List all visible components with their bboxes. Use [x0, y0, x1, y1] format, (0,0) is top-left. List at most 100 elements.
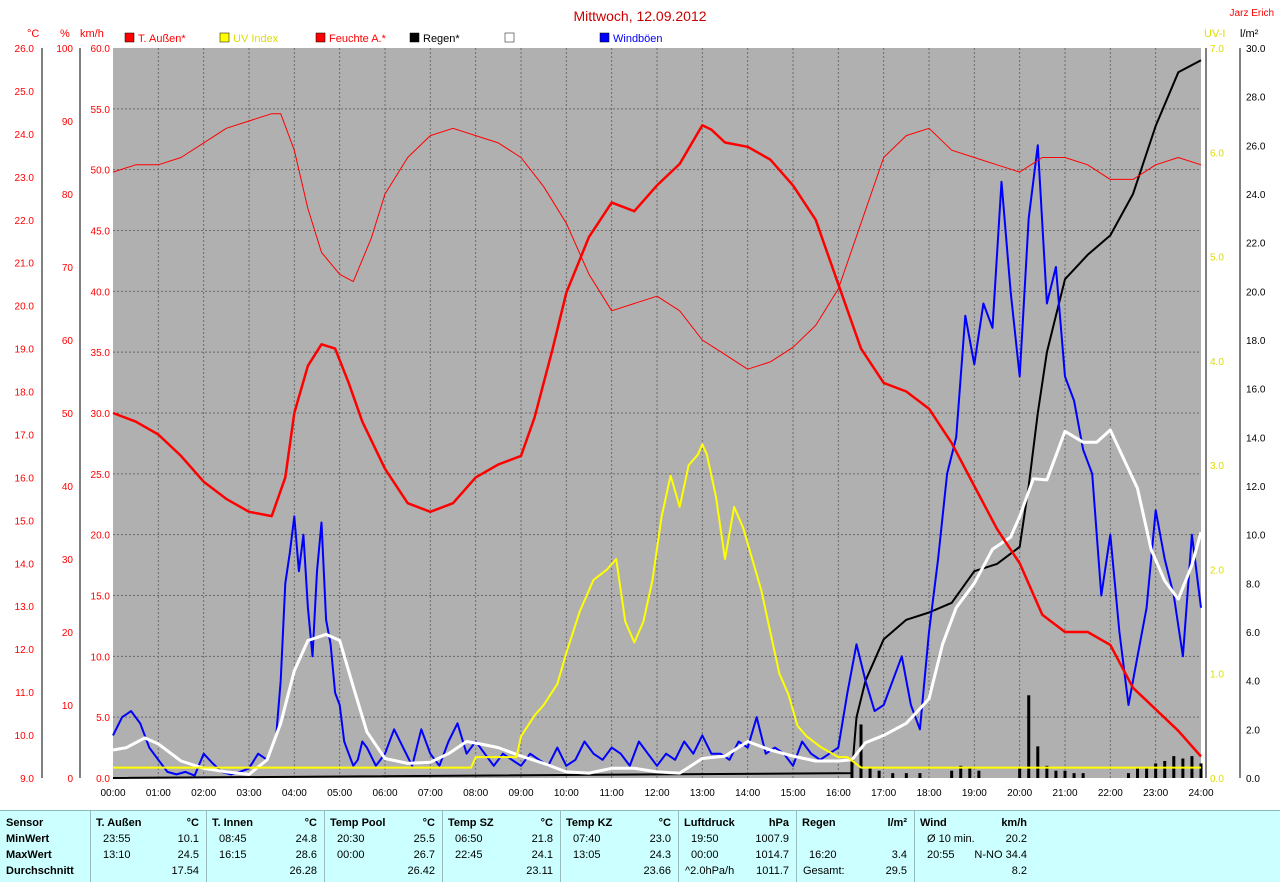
- time-tick-label: 21:00: [1052, 788, 1077, 799]
- max-time: 16:20: [809, 849, 837, 861]
- max-time: 00:00: [691, 849, 719, 861]
- legend-label: T. Außen*: [138, 33, 186, 45]
- time-tick-label: 03:00: [236, 788, 261, 799]
- time-tick-label: 02:00: [191, 788, 216, 799]
- time-tick-label: 04:00: [282, 788, 307, 799]
- max-value: 24.5: [177, 849, 199, 861]
- rain-bar: [868, 768, 872, 778]
- avg-value: 8.2: [1011, 865, 1027, 877]
- temp-tick-label: 12.0: [15, 645, 35, 656]
- temp-tick-label: 26.0: [15, 44, 35, 55]
- rain-tick-label: 2.0: [1246, 725, 1260, 736]
- rain-tick-label: 18.0: [1246, 336, 1266, 347]
- section-unit: °C: [540, 817, 553, 829]
- uv-unit-label: UV-I: [1204, 28, 1225, 40]
- uv-tick-label: 6.0: [1210, 148, 1224, 159]
- avg-label: ^2.0hPa/h: [685, 865, 735, 877]
- legend-label: Feuchte A.*: [329, 33, 387, 45]
- section-unit: °C: [658, 817, 671, 829]
- section-name: Temp KZ: [566, 817, 613, 829]
- avg-value: 17.54: [171, 865, 199, 877]
- temp-tick-label: 25.0: [15, 87, 35, 98]
- section-unit: °C: [304, 817, 317, 829]
- wind-tick-label: 30.0: [91, 409, 111, 420]
- time-tick-label: 18:00: [916, 788, 941, 799]
- section-unit: °C: [422, 817, 435, 829]
- max-time: 20:55: [927, 849, 955, 861]
- rain-bar: [1145, 768, 1149, 778]
- rain-bar: [1072, 773, 1076, 778]
- wind-tick-label: 10.0: [91, 652, 111, 663]
- section-name: T. Außen: [96, 817, 142, 829]
- uv-tick-label: 4.0: [1210, 357, 1224, 368]
- time-tick-label: 19:00: [962, 788, 987, 799]
- uv-tick-label: 5.0: [1210, 253, 1224, 264]
- max-value: 24.3: [649, 849, 671, 861]
- table-section: Temp KZ °C 07:40 23.0 13:05 24.3 23.66: [560, 811, 679, 882]
- rain-bar: [1126, 773, 1130, 778]
- hum-tick-label: 0: [67, 774, 73, 785]
- min-value: 24.8: [295, 833, 317, 845]
- rain-tick-label: 24.0: [1246, 190, 1266, 201]
- hum-tick-label: 60: [62, 336, 74, 347]
- temp-tick-label: 21.0: [15, 259, 35, 270]
- rain-bar: [1163, 760, 1167, 778]
- temp-tick-label: 9.0: [20, 774, 34, 785]
- rain-bar: [1036, 746, 1040, 778]
- avg-value: 1011.7: [756, 865, 789, 877]
- max-time: 00:00: [337, 849, 365, 861]
- min-time: 20:30: [337, 833, 365, 845]
- summary-table: Sensor MinWert MaxWert Durchschnitt T. A…: [0, 810, 1280, 882]
- rain-bar: [1199, 763, 1203, 778]
- hum-tick-label: 50: [62, 409, 74, 420]
- min-time: 23:55: [103, 833, 131, 845]
- rain-unit-label: l/m²: [1240, 28, 1259, 40]
- hum-tick-label: 10: [62, 701, 74, 712]
- wind-tick-label: 40.0: [91, 287, 111, 298]
- time-tick-label: 15:00: [780, 788, 805, 799]
- wind-tick-label: 50.0: [91, 166, 111, 177]
- temp-tick-label: 10.0: [15, 731, 35, 742]
- max-value: 3.4: [891, 849, 907, 861]
- section-unit: °C: [186, 817, 199, 829]
- uv-tick-label: 2.0: [1210, 565, 1224, 576]
- max-value: N-NO 34.4: [974, 849, 1027, 861]
- section-unit: l/m²: [887, 817, 907, 829]
- min-value: 21.8: [531, 833, 553, 845]
- wind-tick-label: 55.0: [91, 105, 111, 116]
- time-tick-label: 09:00: [508, 788, 533, 799]
- wind-unit-label: km/h: [80, 28, 104, 40]
- time-tick-label: 24:00: [1188, 788, 1213, 799]
- rain-tick-label: 6.0: [1246, 628, 1260, 639]
- table-section: Luftdruck hPa 19:50 1007.9 00:00 1014.7 ^2.0hP…: [678, 811, 797, 882]
- time-tick-label: 10:00: [554, 788, 579, 799]
- legend-swatch: [219, 32, 230, 43]
- legend-swatch: [409, 32, 420, 43]
- weather-chart-page: 00:00 01:00 02:00 03:00 04:00 05:00 06:00 07:00…: [0, 0, 1280, 882]
- max-value: 28.6: [295, 849, 317, 861]
- wind-tick-label: 0.0: [96, 774, 110, 785]
- legend-swatch: [315, 32, 326, 43]
- uv-tick-label: 1.0: [1210, 670, 1224, 681]
- temp-tick-label: 15.0: [15, 516, 35, 527]
- time-tick-label: 00:00: [100, 788, 125, 799]
- temp-tick-label: 11.0: [15, 688, 34, 699]
- time-tick-label: 17:00: [871, 788, 896, 799]
- temp-tick-label: 22.0: [15, 216, 35, 227]
- rain-tick-label: 8.0: [1246, 579, 1260, 590]
- max-time: 22:45: [455, 849, 483, 861]
- rain-bar: [904, 773, 908, 778]
- uv-tick-label: 3.0: [1210, 461, 1224, 472]
- rain-bar: [1018, 768, 1022, 778]
- time-tick-label: 06:00: [372, 788, 397, 799]
- avg-label: Gesamt:: [803, 865, 845, 877]
- temp-unit-label: °C: [27, 28, 39, 40]
- min-time: 08:45: [219, 833, 247, 845]
- section-name: Temp Pool: [330, 817, 386, 829]
- rain-bar: [968, 768, 972, 778]
- time-tick-label: 12:00: [644, 788, 669, 799]
- rain-bar: [1081, 773, 1085, 778]
- min-time: 07:40: [573, 833, 601, 845]
- rain-bar: [1027, 695, 1031, 778]
- wind-tick-label: 5.0: [96, 713, 110, 724]
